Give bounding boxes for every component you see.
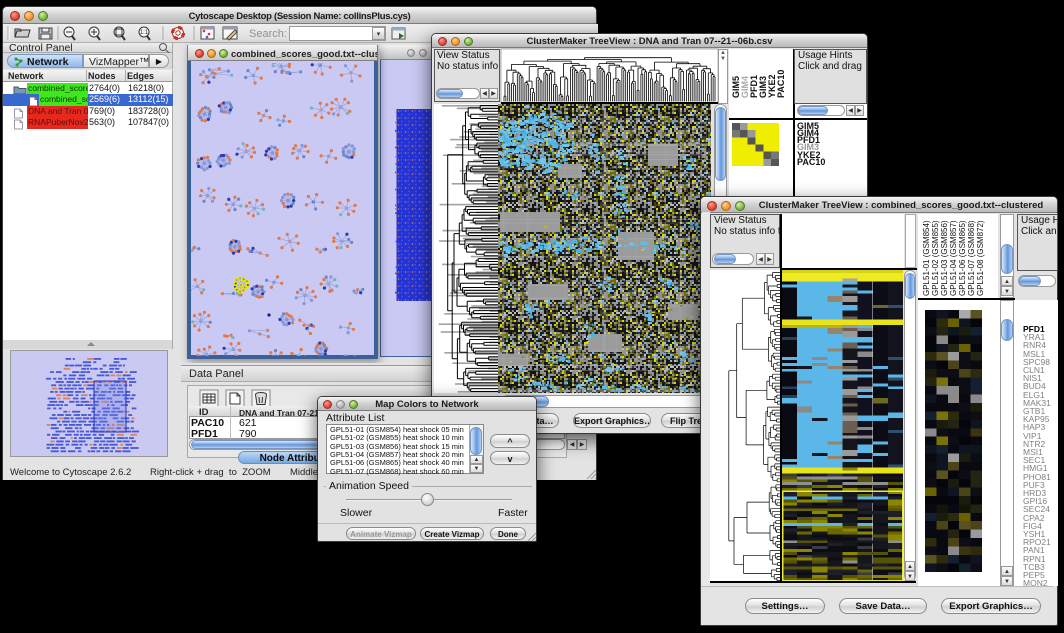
svg-text:1:1: 1:1	[140, 30, 149, 36]
